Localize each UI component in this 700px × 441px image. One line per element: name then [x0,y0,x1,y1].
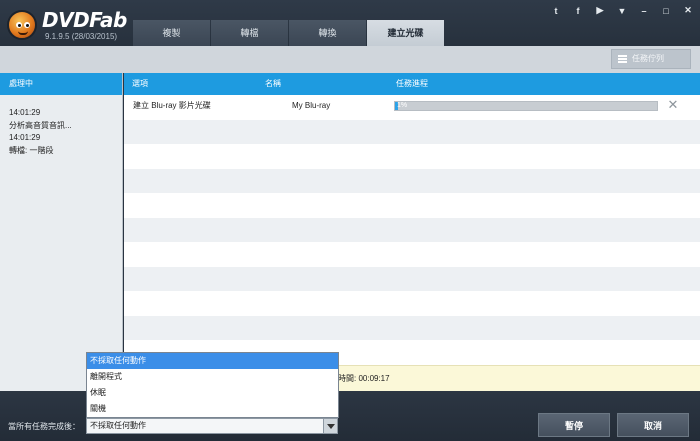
column-header-option: 選項 [132,79,148,88]
minimize-icon[interactable]: – [638,6,650,16]
pause-button[interactable]: 暫停 [538,413,610,437]
table-row [124,242,700,267]
twitter-icon[interactable]: t [550,6,562,16]
log-line: 轉檔: 一階段 [9,145,54,155]
table-row [124,217,700,242]
close-icon[interactable]: ✕ [682,5,694,16]
option-hibernate[interactable]: 休眠 [87,385,338,401]
youtube-icon[interactable]: ▶ [594,5,606,16]
table-header: 選項 名稱 任務進程 [124,73,700,95]
cancel-button[interactable]: 取消 [617,413,689,437]
app-version: 9.1.9.5 (28/03/2015) [45,32,118,41]
maximize-icon[interactable]: □ [660,6,672,16]
column-header-name: 名稱 [265,79,281,88]
option-shutdown[interactable]: 關機 [87,401,338,417]
task-progress-text: 1% [397,102,408,109]
toolbar: 任務佇列 [0,46,700,73]
processing-header: 處理中 [0,73,122,95]
window-controls: t f ▶ ▼ – □ ✕ [550,5,694,16]
table-row [124,266,700,291]
table-row [124,144,700,169]
dvdfab-window: DVDFab 9.1.9.5 (28/03/2015) 複製 轉檔 轉換 建立光… [0,0,700,441]
task-progress-bar: 1% [394,101,658,111]
list-icon [618,55,627,63]
processing-log: 14:01:29 分析高音質音訊... 14:01:29 轉檔: 一階段 [0,95,122,157]
table-row [124,168,700,193]
column-header-progress: 任務進程 [396,79,428,88]
option-exit-program[interactable]: 離開程式 [87,369,338,385]
chevron-down-icon[interactable] [323,419,337,433]
task-rows: 建立 Blu-ray 影片光碟 My Blu-ray 1% ✕ [124,95,700,365]
table-row[interactable]: 建立 Blu-ray 影片光碟 My Blu-ray 1% ✕ [124,95,700,120]
tab-copy[interactable]: 複製 [133,20,210,46]
after-complete-label: 當所有任務完成後： [8,422,80,431]
task-name: My Blu-ray [292,101,331,110]
task-table: 選項 名稱 任務進程 建立 Blu-ray 影片光碟 My Blu-ray 1%… [124,73,700,391]
task-queue-button[interactable]: 任務佇列 [611,49,691,69]
table-row [124,193,700,218]
log-line: 14:01:29 [9,133,41,142]
after-complete-value: 不採取任何動作 [90,421,146,430]
elapsed-time: 時間: 00:09:17 [338,374,390,383]
table-row [124,291,700,316]
menu-dropdown-icon[interactable]: ▼ [616,6,628,16]
log-line: 14:01:29 [9,108,41,117]
table-row [124,315,700,340]
table-row [124,119,700,144]
dvdfab-logo-icon [7,10,37,40]
facebook-icon[interactable]: f [572,6,584,16]
app-title: DVDFab [42,8,127,32]
tab-creator[interactable]: 建立光碟 [367,20,444,46]
log-line: 分析高音質音訊... [9,120,72,130]
title-bar: DVDFab 9.1.9.5 (28/03/2015) 複製 轉檔 轉換 建立光… [0,0,700,46]
tab-converter[interactable]: 轉換 [289,20,366,46]
after-complete-options: 不採取任何動作 離開程式 休眠 關機 [86,352,339,418]
after-complete-select[interactable]: 不採取任何動作 [86,418,338,434]
mode-tabs: 複製 轉檔 轉換 建立光碟 [133,20,445,46]
task-queue-label: 任務佇列 [632,54,664,63]
task-option: 建立 Blu-ray 影片光碟 [133,101,211,110]
option-no-action[interactable]: 不採取任何動作 [87,353,338,369]
tab-ripper[interactable]: 轉檔 [211,20,288,46]
remove-task-icon[interactable]: ✕ [666,98,680,112]
processing-panel: 處理中 14:01:29 分析高音質音訊... 14:01:29 轉檔: 一階段 [0,73,123,391]
